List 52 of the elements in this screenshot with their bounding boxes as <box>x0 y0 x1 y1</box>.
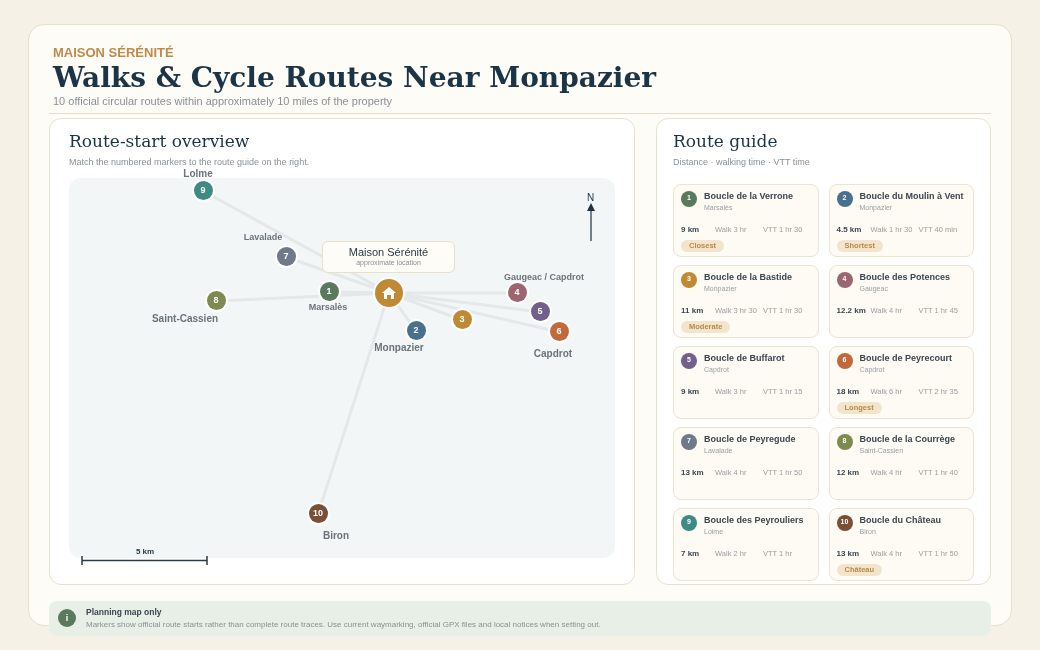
home-name: Maison Sérénité <box>348 245 429 260</box>
place-label: Monpazier <box>374 340 424 355</box>
route-marker[interactable]: 7 <box>276 247 296 266</box>
route-distance: 11 km <box>681 304 705 317</box>
route-distance: 12.2 km <box>836 304 867 317</box>
guide-title: Route guide <box>673 130 779 153</box>
overview-subtitle: Match the numbered markers to the route guide on the right. <box>69 156 311 169</box>
route-distance: 13 km <box>836 547 861 560</box>
route-marker[interactable]: 9 <box>193 181 213 200</box>
place-label: Capdrot <box>533 346 573 361</box>
route-name: Boucle des Peyrouliers <box>704 514 804 526</box>
place-label: Lolme <box>183 166 213 181</box>
overview-title: Route-start overview <box>69 130 251 153</box>
page-subtitle: 10 official circular routes within approximately 10 miles of the property <box>53 95 394 109</box>
route-distance: 18 km <box>836 385 861 398</box>
place-label: Saint-Cassien <box>151 311 219 326</box>
route-name: Boucle des Potences <box>859 271 951 283</box>
house-icon <box>381 285 397 300</box>
route-marker[interactable]: 4 <box>507 283 527 302</box>
note-title: Planning map only <box>86 606 163 619</box>
route-name: Boucle de la Courrège <box>859 433 956 445</box>
route-distance: 9 km <box>681 385 701 398</box>
info-icon: i <box>58 609 76 628</box>
route-marker[interactable]: 2 <box>406 321 426 340</box>
route-marker[interactable]: 6 <box>549 322 569 341</box>
route-marker[interactable]: 5 <box>530 302 550 321</box>
route-distance: 4.5 km <box>836 223 863 236</box>
route-name: Boucle de la Bastide <box>704 271 793 283</box>
route-marker[interactable]: 10 <box>308 504 328 523</box>
route-distance: 7 km <box>681 547 701 560</box>
scale-label: 5 km <box>135 545 155 558</box>
route-name: Boucle de Peyrecourt <box>859 352 953 364</box>
route-distance: 13 km <box>681 466 705 479</box>
route-name: Boucle du Château <box>859 514 941 526</box>
route-name: Boucle du Moulin à Vent <box>859 190 964 202</box>
place-label: Biron <box>322 528 350 543</box>
north-label: N <box>587 190 595 205</box>
north-arrow-icon <box>587 202 595 241</box>
page-title: Walks & Cycle Routes Near Monpazier <box>53 61 658 96</box>
route-distance: 12 km <box>836 466 861 479</box>
place-label: Lavalade <box>243 230 283 244</box>
route-name: Boucle de la Verrone <box>704 190 794 202</box>
route-name: Boucle de Peyregude <box>704 433 796 445</box>
brand-label: MAISON SÉRÉNITÉ <box>53 45 175 62</box>
place-label: Gaugeac / Capdrot <box>504 270 584 284</box>
place-label: Marsalès <box>308 300 348 314</box>
note-text: Markers show official route starts rather than complete route traces. Use current waymarking, official GPX files and local notices when setting out. <box>86 618 601 631</box>
route-distance: 9 km <box>681 223 701 236</box>
route-marker[interactable]: 8 <box>206 291 226 310</box>
route-name: Boucle de Buffarot <box>704 352 785 364</box>
guide-subtitle: Distance · walking time · VTT time <box>673 156 811 169</box>
route-marker[interactable]: 1 <box>319 282 339 301</box>
